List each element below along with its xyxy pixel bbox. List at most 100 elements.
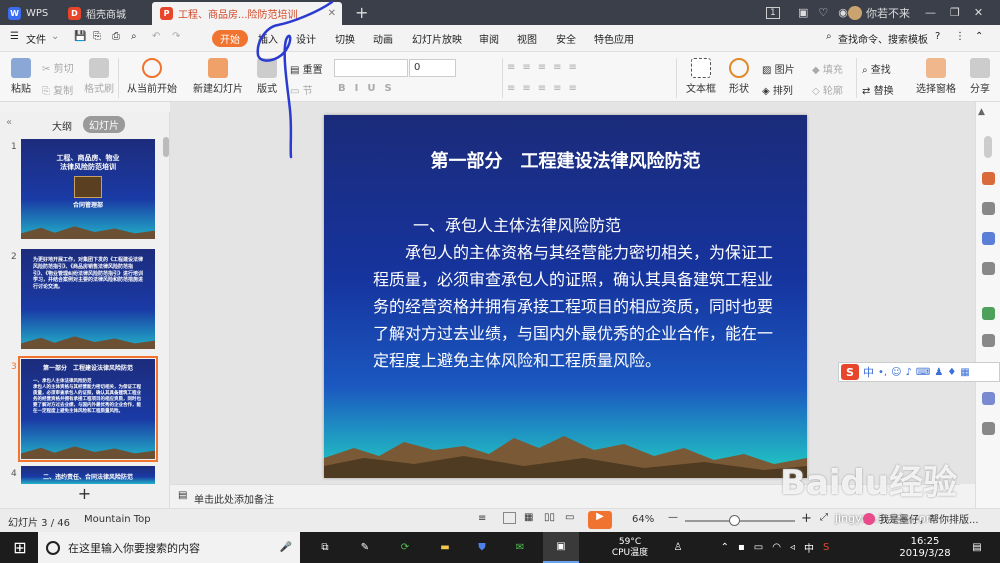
fill-button[interactable]: ◆ 填充	[812, 61, 843, 76]
section-button[interactable]: ▭ 节	[290, 82, 313, 97]
paragraph-buttons[interactable]: ≡≡≡≡≡	[507, 62, 584, 73]
toolbox-icon[interactable]: ▦	[960, 367, 969, 378]
find-button[interactable]: ⌕ 查找	[862, 61, 891, 76]
ime-language[interactable]: 中	[804, 540, 814, 555]
hamburger-icon[interactable]: ☰	[10, 31, 19, 42]
textbox-button[interactable]: 文本框	[684, 58, 718, 95]
panel-scrollbar[interactable]	[163, 137, 169, 157]
ime-mode[interactable]: 中	[863, 364, 874, 380]
maximize-icon[interactable]: ❐	[950, 6, 960, 19]
save-icon[interactable]: 💾	[74, 31, 86, 42]
skin-icon[interactable]: ♦	[947, 367, 956, 378]
wps-taskbar-icon[interactable]: ▣	[543, 532, 579, 563]
picture-button[interactable]: ▨ 图片	[762, 61, 795, 76]
app-shield-icon[interactable]: ⛊	[467, 532, 497, 563]
tab-presentation[interactable]: P 工程、商品房...险防范培训 ✕	[152, 2, 342, 25]
camera-icon[interactable]: ▭	[565, 512, 574, 523]
undo-icon[interactable]: ↶	[152, 31, 160, 42]
skin-icon[interactable]: ▣	[798, 6, 808, 19]
close-tab-icon[interactable]: ✕	[328, 8, 336, 19]
add-slide-button[interactable]: +	[0, 484, 170, 508]
app-notes-icon[interactable]: ✎	[350, 532, 380, 563]
person-icon[interactable]: ◉	[838, 6, 848, 19]
voice-icon[interactable]: ♪	[906, 367, 912, 378]
avatar[interactable]	[848, 5, 862, 20]
normal-view-icon[interactable]	[503, 512, 516, 524]
slide-title[interactable]: 第一部分 工程建设法律风险防范	[324, 147, 807, 173]
tab-start[interactable]: 开始	[212, 30, 248, 47]
keyboard-icon[interactable]: ⌨	[916, 367, 930, 378]
new-slide-button[interactable]: 新建幻灯片	[192, 58, 244, 95]
tab-transition[interactable]: 切换	[335, 31, 355, 46]
tab-slideshow[interactable]: 幻灯片放映	[412, 31, 462, 46]
tab-insert[interactable]: 插入	[258, 31, 278, 46]
backup-icon[interactable]	[982, 307, 995, 320]
zoom-out-icon[interactable]: —	[668, 512, 678, 523]
command-search[interactable]: 查找命令、搜索模板	[838, 31, 928, 46]
clock[interactable]: 16:25 2019/3/28	[895, 532, 955, 563]
collapse-ribbon-icon[interactable]: ⌃	[975, 31, 983, 42]
wechat-icon[interactable]: ✉	[505, 532, 535, 563]
slide-thumbnail-3[interactable]: 第一部分 工程建设法律风险防范 一、承包人主体法律风险防范 承包人的主体资格与其…	[18, 356, 158, 462]
volume-icon[interactable]: ◃	[790, 542, 795, 553]
zoom-slider-knob[interactable]	[728, 515, 740, 526]
file-menu[interactable]: 文件	[26, 31, 46, 46]
notification-icon[interactable]: ▤	[962, 532, 992, 563]
tab-design[interactable]: 设计	[296, 31, 316, 46]
file-explorer-icon[interactable]: ▬	[430, 532, 460, 563]
slide-body-text[interactable]: 承包人的主体资格与其经营能力密切相关，为保证工程质量，必须审查承包人的证照，确认…	[373, 239, 773, 374]
sogou-tray-icon[interactable]: S	[823, 542, 829, 553]
align-buttons[interactable]: ≡≡≡≡≡	[507, 83, 584, 94]
export-icon[interactable]: ⎘	[93, 31, 101, 42]
notes-placeholder[interactable]: 单击此处添加备注	[194, 491, 274, 506]
tab-animation[interactable]: 动画	[373, 31, 393, 46]
play-slideshow-button[interactable]: ▶	[588, 511, 612, 529]
shape-button[interactable]: 形状	[726, 58, 752, 95]
zoom-in-icon[interactable]: +	[801, 511, 812, 526]
window-count-badge[interactable]: 1	[766, 6, 780, 19]
zoom-slider-track[interactable]	[685, 520, 795, 522]
slide-canvas[interactable]: 第一部分 工程建设法律风险防范 一、承包人主体法律风险防范 承包人的主体资格与其…	[324, 115, 807, 478]
notes-toggle-icon[interactable]: ≡	[478, 513, 486, 524]
font-style-buttons[interactable]: BIUS	[338, 83, 401, 94]
cut-button[interactable]: ✂ 剪切	[42, 60, 74, 75]
picture-panel-icon[interactable]	[982, 334, 995, 347]
slide-heading[interactable]: 一、承包人主体法律风险防范	[413, 212, 621, 236]
selection-icon[interactable]	[982, 262, 995, 275]
user-icon[interactable]: ♟	[934, 367, 943, 378]
close-window-icon[interactable]: ✕	[974, 6, 983, 19]
scroll-up-icon[interactable]: ▲	[978, 107, 985, 117]
tab-docer[interactable]: D 稻壳商城	[60, 2, 134, 25]
zoom-level[interactable]: 64%	[632, 514, 654, 525]
assistant-hint[interactable]: 我是墨仔，帮你排版...	[863, 511, 979, 526]
font-family-field[interactable]	[334, 59, 408, 77]
scrollbar-thumb[interactable]	[984, 136, 992, 158]
help-icon[interactable]: ?	[935, 31, 940, 42]
property-icon[interactable]	[982, 172, 995, 185]
slide-thumbnail-4[interactable]: 二、违约责任、合同法律风险防范	[21, 466, 155, 484]
selection-pane-button[interactable]: 选择窗格	[916, 58, 956, 95]
battery-icon[interactable]: ▭	[754, 542, 763, 553]
format-painter-button[interactable]: 格式刷	[84, 58, 114, 95]
arrange-button[interactable]: ◈ 排列	[762, 82, 793, 97]
tab-outline[interactable]: 大纲	[52, 118, 72, 133]
share-panel-icon[interactable]	[982, 392, 995, 405]
wifi-icon[interactable]: ◠	[772, 542, 781, 553]
people-icon[interactable]: ♙	[668, 532, 688, 563]
tray-app-icon[interactable]: ▪	[738, 542, 745, 553]
tab-slides[interactable]: 幻灯片	[83, 116, 125, 133]
collapse-panel-icon[interactable]: «	[6, 117, 12, 128]
microphone-icon[interactable]: 🎤	[280, 542, 292, 553]
tab-wps[interactable]: W WPS	[0, 2, 56, 25]
share-button[interactable]: 分享	[968, 58, 992, 95]
tab-features[interactable]: 特色应用	[594, 31, 634, 46]
punctuation-icon[interactable]: •,	[878, 367, 887, 378]
fit-window-icon[interactable]: ⤢	[820, 512, 828, 523]
play-from-current-button[interactable]: 从当前开始	[124, 58, 180, 95]
task-view-icon[interactable]: ⧉	[310, 532, 340, 563]
copy-button[interactable]: ⎘ 复制	[42, 82, 73, 97]
outline-button[interactable]: ◇ 轮廓	[812, 82, 843, 97]
chevron-down-icon[interactable]: ⌄	[51, 31, 59, 42]
new-tab-icon[interactable]: +	[355, 0, 368, 25]
app-360-icon[interactable]: ⟳	[390, 532, 420, 563]
